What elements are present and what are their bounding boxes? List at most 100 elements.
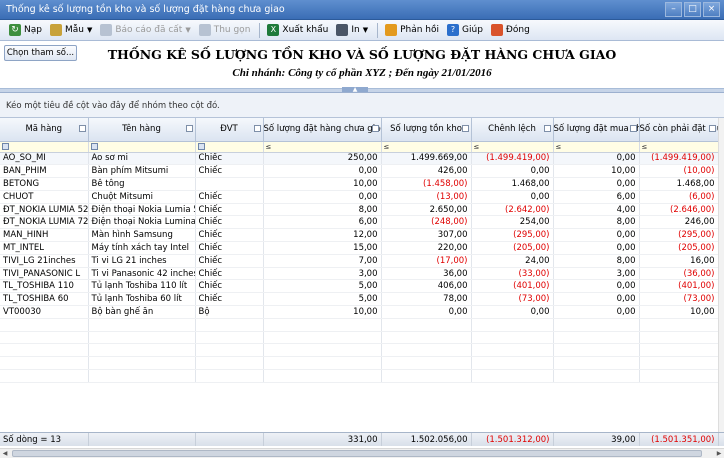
table-cell: 0,00 [553, 228, 640, 243]
filter-operator: ≤ [641, 142, 648, 151]
column-header[interactable]: ĐVT [195, 118, 264, 142]
group-by-panel[interactable]: Kéo một tiêu đề cột vào đây để nhóm theo… [0, 93, 724, 118]
table-row[interactable]: TIVI_PANASONIC L Ti vi Panasonic 42 inche… [0, 267, 719, 281]
scrollbar-thumb[interactable] [12, 450, 702, 457]
table-cell: 3,00 [263, 267, 382, 281]
filter-cell[interactable]: ≤ [381, 141, 472, 153]
table-cell: 4,00 [553, 203, 640, 217]
total-ordered: 331,00 [263, 433, 382, 446]
table-cell: (2.642,00) [471, 203, 554, 217]
collapse-icon [198, 24, 211, 36]
scroll-right-icon[interactable]: ▶ [714, 449, 724, 459]
table-cell: Bê tông [88, 177, 196, 191]
empty-row [0, 343, 719, 358]
saved-report-button[interactable]: Báo cáo đã cất ▼ [97, 21, 193, 39]
window-title: Thống kê số lượng tồn kho và số lượng đặ… [6, 4, 285, 15]
column-header[interactable]: Số lượng đặt hàng chưa giao [263, 118, 382, 142]
filter-cell[interactable] [195, 141, 264, 153]
minimize-button[interactable]: – [665, 2, 682, 17]
table-cell [195, 177, 264, 191]
table-cell: Chiếc [195, 215, 264, 230]
form-icon [49, 24, 62, 36]
table-row[interactable]: TIVI_LG 21inches Ti vi LG 21 inches Chiếc 7… [0, 254, 719, 268]
filter-operator-icon[interactable] [197, 143, 205, 150]
column-header[interactable]: Số lượng tồn kho [381, 118, 472, 142]
column-filter-icon[interactable] [708, 125, 716, 132]
table-row[interactable]: TL_TOSHIBA 60 Tủ lạnh Toshiba 60 lít Chiếc… [0, 292, 719, 307]
filter-cell[interactable]: ≤ [471, 141, 554, 153]
column-filter-icon[interactable] [371, 125, 379, 132]
table-cell: Bàn phím Mitsumi [88, 164, 196, 179]
table-cell: (10,00) [639, 164, 719, 179]
export-button[interactable]: X Xuất khẩu [264, 21, 331, 39]
column-filter-icon[interactable] [253, 125, 261, 132]
column-header[interactable]: Số lượng đặt mua chưa nhận [553, 118, 640, 142]
table-cell: VT00030 [0, 305, 89, 319]
table-cell: 0,00 [553, 279, 640, 294]
table-cell: 8,00 [263, 203, 382, 217]
filter-cell[interactable] [88, 141, 196, 153]
table-row[interactable]: BETONG Bê tông 10,00 (1.458,00) 1.468,00 0,00… [0, 177, 719, 191]
filter-cell[interactable]: ≤ [553, 141, 640, 153]
table-cell: (33,00) [471, 267, 554, 281]
column-filter-icon[interactable] [461, 125, 469, 132]
scroll-left-icon[interactable]: ◀ [0, 449, 10, 459]
column-header[interactable]: Tên hàng [88, 118, 196, 142]
close-button[interactable]: Đóng [488, 21, 533, 39]
filter-row: ≤ ≤ ≤ ≤ ≤ [0, 141, 719, 153]
filter-operator-icon[interactable] [90, 143, 98, 150]
vertical-scrollbar[interactable] [718, 118, 724, 432]
filter-operator-icon[interactable] [2, 143, 9, 150]
collapse-button[interactable]: Thu gọn [196, 21, 254, 39]
table-cell: AO_SO_MI [0, 152, 89, 166]
table-cell: 0,00 [553, 241, 640, 255]
table-row[interactable]: CHUOT Chuột Mitsumi Chiếc 0,00 (13,00) 0,00 6,… [0, 190, 719, 204]
window-titlebar: Thống kê số lượng tồn kho và số lượng đặ… [0, 0, 724, 20]
filter-cell[interactable]: ≤ [263, 141, 382, 153]
filter-cell[interactable] [0, 141, 89, 153]
column-filter-icon[interactable] [629, 125, 637, 132]
table-cell: 10,00 [263, 305, 382, 319]
help-button[interactable]: ? Giúp [444, 21, 486, 39]
report-subtitle: Chi nhánh: Công ty cổ phần XYZ ; Đến ngà… [232, 67, 492, 79]
feedback-button[interactable]: Phản hồi [382, 21, 442, 39]
maximize-button[interactable]: □ [684, 2, 701, 17]
table-cell: 8,00 [553, 215, 640, 230]
table-row[interactable]: ĐT_NOKIA LUMIA 52 Điện thoại Nokia Lumia … [0, 203, 719, 217]
column-filter-icon[interactable] [543, 125, 551, 132]
table-cell: 10,00 [263, 177, 382, 191]
column-header[interactable]: Số còn phải đặt mua [639, 118, 719, 142]
table-cell: 0,00 [553, 177, 640, 191]
total-purchase: 39,00 [553, 433, 640, 446]
print-button[interactable]: In ▼ [333, 21, 371, 39]
table-row[interactable]: TL_TOSHIBA 110 Tủ lạnh Toshiba 110 lít Chi… [0, 279, 719, 294]
table-row[interactable]: MAN_HINH Màn hình Samsung Chiếc 12,00 307,00… [0, 228, 719, 243]
table-cell: 5,00 [263, 292, 382, 307]
column-header[interactable]: Mã hàng [0, 118, 89, 142]
refresh-button[interactable]: ↻ Nạp [6, 21, 45, 39]
column-header[interactable]: Chênh lệch [471, 118, 554, 142]
total-remaining: (1.501.351,00) [639, 433, 719, 446]
table-cell: 250,00 [263, 152, 382, 166]
table-cell: (401,00) [639, 279, 719, 294]
table-cell: (6,00) [639, 190, 719, 204]
filter-cell[interactable]: ≤ [639, 141, 719, 153]
grid-body: AO_SO_MI Áo sơ mi Chiếc 250,00 1.499.669,00(… [0, 152, 719, 383]
form-template-button[interactable]: Mẫu ▼ [47, 21, 95, 39]
column-filter-icon[interactable] [78, 125, 86, 132]
table-cell: 2.650,00 [381, 203, 472, 217]
table-cell: Chuột Mitsumi [88, 190, 196, 204]
table-cell: 24,00 [471, 254, 554, 268]
table-row[interactable]: ĐT_NOKIA LUMIA 72 Điện thoại Nokia Lumina… [0, 215, 719, 230]
excel-icon: X [267, 24, 280, 36]
table-row[interactable]: MT_INTEL Máy tính xách tay Intel Chiếc 15,0… [0, 241, 719, 255]
table-row[interactable]: AO_SO_MI Áo sơ mi Chiếc 250,00 1.499.669,00(… [0, 152, 719, 166]
table-cell: Điện thoại Nokia Lumina 72 [88, 215, 196, 230]
horizontal-scrollbar[interactable]: ◀ ▶ [0, 448, 724, 458]
close-window-button[interactable]: × [703, 2, 720, 17]
column-filter-icon[interactable] [185, 125, 193, 132]
table-cell: MT_INTEL [0, 241, 89, 255]
table-row[interactable]: BAN_PHIM Bàn phím Mitsumi Chiếc 0,00 426,00 0… [0, 164, 719, 179]
empty-row [0, 369, 719, 383]
table-row[interactable]: VT00030 Bộ bàn ghế ăn Bộ 10,00 0,00 0,00 0,00 1… [0, 305, 719, 319]
